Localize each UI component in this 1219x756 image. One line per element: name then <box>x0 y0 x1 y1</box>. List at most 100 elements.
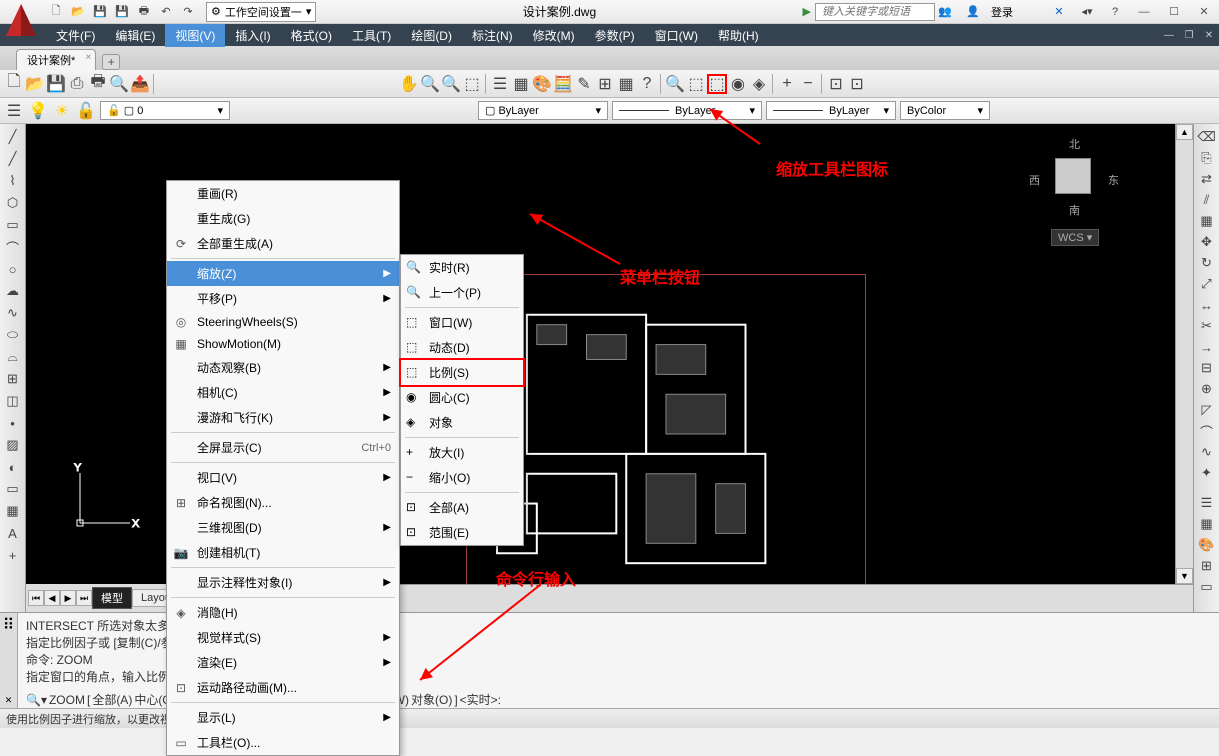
mirror-icon[interactable]: ⇄ <box>1198 170 1216 188</box>
cmd-grip[interactable]: ⠿✕ <box>0 613 18 708</box>
chamfer-icon[interactable]: ◸ <box>1198 401 1216 419</box>
move-icon[interactable]: ✥ <box>1198 233 1216 251</box>
layer-freeze-icon[interactable]: ☀ <box>52 101 72 121</box>
zoom-rt-icon[interactable]: 🔍 <box>420 74 440 94</box>
viewcube[interactable]: 北 南 东 西 WCS ▾ <box>1029 136 1119 246</box>
trim-icon[interactable]: ✂ <box>1198 317 1216 335</box>
help-dd-icon[interactable]: ◂▾ <box>1077 2 1097 22</box>
tab-first-icon[interactable]: ⏮ <box>28 590 44 606</box>
view-menu-item[interactable]: 显示注释性对象(I)▶ <box>167 570 399 595</box>
zoom-menu-item[interactable]: 🔍上一个(P) <box>401 280 523 305</box>
redo-icon[interactable]: ↷ <box>178 2 198 22</box>
plot-icon[interactable]: 🖶 <box>134 2 154 22</box>
rotate-icon[interactable]: ↻ <box>1198 254 1216 272</box>
open-icon[interactable]: 📂 <box>25 74 45 94</box>
calc-icon[interactable]: 🧮 <box>553 74 573 94</box>
viewcube-west[interactable]: 西 <box>1029 172 1040 188</box>
menu-tools[interactable]: 工具(T) <box>342 24 401 47</box>
lineweight-dropdown[interactable]: ByLayer▾ <box>766 101 896 120</box>
zoom-center-icon[interactable]: ◉ <box>728 74 748 94</box>
view-menu-item[interactable]: ◈消隐(H) <box>167 600 399 625</box>
doc-tab[interactable]: 设计案例* × <box>16 49 96 70</box>
view-menu-item[interactable]: ⟳全部重生成(A) <box>167 231 399 256</box>
view-menu-item[interactable]: 重生成(G) <box>167 206 399 231</box>
close-button[interactable]: ✕ <box>1189 2 1219 22</box>
linetype-dropdown[interactable]: ByLayer▾ <box>612 101 762 120</box>
zoom-menu-item[interactable]: ⊡全部(A) <box>401 495 523 520</box>
mdi-restore[interactable]: ❐ <box>1179 26 1199 44</box>
dc-icon[interactable]: ⊞ <box>595 74 615 94</box>
mdi-close[interactable]: ✕ <box>1199 26 1219 44</box>
view-menu-item[interactable]: 漫游和飞行(K)▶ <box>167 405 399 430</box>
menu-insert[interactable]: 插入(I) <box>225 24 280 47</box>
save-icon[interactable]: 💾 <box>90 2 110 22</box>
scroll-down-icon[interactable]: ▼ <box>1176 568 1193 584</box>
ellipse-icon[interactable]: ⬭ <box>4 326 22 344</box>
wcs-label[interactable]: WCS ▾ <box>1051 229 1099 246</box>
join-icon[interactable]: ⊕ <box>1198 380 1216 398</box>
table-icon[interactable]: ▦ <box>616 74 636 94</box>
zoom-win-icon[interactable]: ⬚ <box>462 74 482 94</box>
search-input[interactable] <box>815 3 935 21</box>
plot-icon[interactable]: 🖶 <box>88 74 108 94</box>
sheet-icon[interactable]: ▦ <box>511 74 531 94</box>
menu-file[interactable]: 文件(F) <box>46 24 105 47</box>
new-icon[interactable]: 🗋 <box>4 74 24 94</box>
view-menu-item[interactable]: ◎SteeringWheels(S) <box>167 311 399 333</box>
undo-icon[interactable]: ↶ <box>156 2 176 22</box>
menu-modify[interactable]: 修改(M) <box>523 24 585 47</box>
dc-icon[interactable]: ⊞ <box>1198 557 1216 575</box>
new-tab-button[interactable]: + <box>102 54 120 70</box>
circle-icon[interactable]: ○ <box>4 260 22 278</box>
pline-icon[interactable]: ⌇ <box>4 172 22 190</box>
tab-last-icon[interactable]: ⏭ <box>76 590 92 606</box>
zoom-extents-icon[interactable]: ⊡ <box>847 74 867 94</box>
props-icon[interactable]: ☰ <box>1198 494 1216 512</box>
viewcube-face[interactable] <box>1055 158 1091 194</box>
save-icon[interactable]: 💾 <box>46 74 66 94</box>
people-icon[interactable]: 👥 <box>935 2 955 22</box>
props-icon[interactable]: ☰ <box>490 74 510 94</box>
vertical-scrollbar[interactable]: ▲ ▼ <box>1175 124 1193 584</box>
break-icon[interactable]: ⊟ <box>1198 359 1216 377</box>
publish-icon[interactable]: 📤 <box>130 74 150 94</box>
view-menu-item[interactable]: 动态观察(B)▶ <box>167 355 399 380</box>
zoom-menu-item[interactable]: ⬚窗口(W) <box>401 310 523 335</box>
spline-icon[interactable]: ∿ <box>4 304 22 322</box>
color-dropdown[interactable]: ▢ ByLayer▾ <box>478 101 608 120</box>
minimize-button[interactable]: — <box>1129 2 1159 22</box>
layer-on-icon[interactable]: 💡 <box>28 101 48 121</box>
user-icon[interactable]: 👤 <box>963 2 983 22</box>
viewcube-north[interactable]: 北 <box>1069 136 1080 152</box>
view-menu-item[interactable]: 显示(L)▶ <box>167 705 399 730</box>
array-icon[interactable]: ▦ <box>1198 212 1216 230</box>
point-icon[interactable]: • <box>4 414 22 432</box>
zoom-dynamic-icon[interactable]: ⬚ <box>686 74 706 94</box>
saveas-icon[interactable]: 💾 <box>112 2 132 22</box>
view-menu-item[interactable]: 视觉样式(S)▶ <box>167 625 399 650</box>
new-icon[interactable]: 🗋 <box>46 2 66 22</box>
menu-edit[interactable]: 编辑(E) <box>105 24 165 47</box>
model-tab[interactable]: 模型 <box>92 587 132 609</box>
insert-icon[interactable]: ⊞ <box>4 370 22 388</box>
view-menu-item[interactable]: ⊡运动路径动画(M)... <box>167 675 399 700</box>
block-icon[interactable]: ◫ <box>4 392 22 410</box>
login-label[interactable]: 登录 <box>991 4 1013 20</box>
extend-icon[interactable]: → <box>1198 338 1216 356</box>
cmd-opt[interactable]: 全部(A) <box>92 691 132 708</box>
zoom-in-icon[interactable]: + <box>777 74 797 94</box>
stretch-icon[interactable]: ↔ <box>1198 296 1216 314</box>
menu-view[interactable]: 视图(V) <box>165 24 225 47</box>
open-icon[interactable]: 📂 <box>68 2 88 22</box>
palette-icon[interactable]: 🎨 <box>1198 536 1216 554</box>
menu-param[interactable]: 参数(P) <box>585 24 645 47</box>
erase-icon[interactable]: ⌫ <box>1198 128 1216 146</box>
menu-window[interactable]: 窗口(W) <box>645 24 708 47</box>
menu-help[interactable]: 帮助(H) <box>708 24 769 47</box>
gradient-icon[interactable]: ◐ <box>4 458 22 476</box>
preview-icon[interactable]: 🔍 <box>109 74 129 94</box>
zoom-all-icon[interactable]: ⊡ <box>826 74 846 94</box>
revcloud-icon[interactable]: ☁ <box>4 282 22 300</box>
tool-palette-icon[interactable]: 🎨 <box>532 74 552 94</box>
app-logo[interactable] <box>0 0 42 40</box>
